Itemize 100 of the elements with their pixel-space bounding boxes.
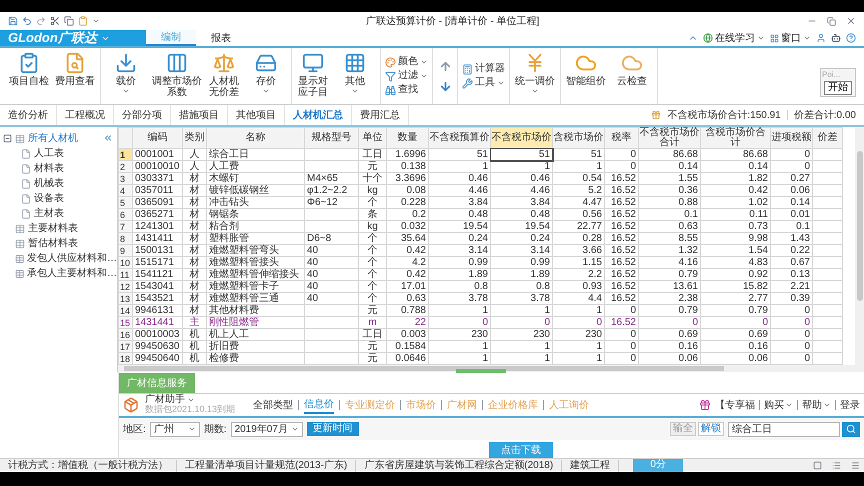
table-cell: 22 bbox=[386, 316, 428, 328]
ribbon-button[interactable]: 显示对应子目 bbox=[296, 52, 330, 98]
table-cell: 折旧费 bbox=[206, 340, 304, 352]
ribbon-button[interactable]: 工具 bbox=[462, 77, 505, 89]
caret-icon bbox=[803, 34, 811, 42]
table-cell: 0.003 bbox=[386, 328, 428, 340]
table-cell: 16.52 bbox=[604, 244, 638, 256]
table-cell: 0 bbox=[604, 328, 638, 340]
view-tab[interactable]: 工程概况 bbox=[57, 105, 114, 125]
tree-item[interactable]: 材料表 bbox=[0, 161, 117, 176]
table-cell: 0 bbox=[552, 316, 604, 328]
table-cell: 0357011 bbox=[132, 184, 182, 196]
view-tab[interactable]: 人材机汇总 bbox=[285, 105, 352, 125]
table-cell: 人工费 bbox=[206, 160, 304, 172]
ribbon-button[interactable]: 载价 bbox=[105, 52, 147, 95]
view-tab[interactable]: 措施项目 bbox=[171, 105, 228, 125]
copy-icon[interactable] bbox=[64, 16, 74, 26]
table-cell: 4.47 bbox=[552, 196, 604, 208]
tree-item[interactable]: 暂估材料表 bbox=[0, 236, 117, 251]
ribbon-button[interactable]: 费用查看 bbox=[54, 52, 96, 87]
table-cell: 1.54 bbox=[700, 244, 770, 256]
ribbon-button[interactable]: 过滤 bbox=[385, 70, 428, 82]
cut-icon[interactable] bbox=[50, 16, 60, 26]
ribbon-button[interactable]: 人材机无价差 bbox=[207, 52, 241, 98]
table-cell: 0 bbox=[604, 160, 638, 172]
collapse-icon[interactable] bbox=[103, 133, 113, 143]
table-cell: 1515171 bbox=[132, 256, 182, 268]
expiry-note: 数据包2021.10.13到期 bbox=[145, 406, 236, 414]
dropdown-field[interactable]: 2019年07月 bbox=[230, 422, 303, 436]
table-cell: 16.52 bbox=[604, 256, 638, 268]
vertical-scrollbar[interactable] bbox=[855, 127, 864, 365]
ribbon-button[interactable]: 智能组价 bbox=[565, 52, 607, 87]
horizontal-scrollbar[interactable] bbox=[118, 365, 864, 372]
clipboard-check-icon bbox=[18, 52, 40, 74]
save-icon[interactable] bbox=[8, 16, 18, 26]
table-cell: 0.48 bbox=[490, 208, 552, 220]
panel-link[interactable]: 登录 bbox=[840, 398, 860, 412]
search-field[interactable]: 综合工日 bbox=[728, 422, 840, 436]
dropdown-field[interactable]: 广州 bbox=[150, 422, 200, 436]
view-tab[interactable]: 其他项目 bbox=[228, 105, 285, 125]
ribbon-button[interactable]: 查找 bbox=[385, 84, 428, 96]
tree-item[interactable]: 发包人供应材料和… bbox=[0, 251, 117, 266]
assistant-menu[interactable]: 广材助手 bbox=[145, 395, 246, 405]
restore-icon[interactable] bbox=[827, 16, 836, 26]
toolbar-link[interactable]: 窗口 bbox=[770, 30, 811, 46]
table-cell: 0.14 bbox=[770, 196, 812, 208]
caret-icon bbox=[757, 34, 765, 42]
row-number: 5 bbox=[118, 196, 132, 208]
ribbon-button[interactable]: 颜色 bbox=[385, 56, 428, 68]
panel-link[interactable]: 购买 bbox=[764, 398, 793, 412]
paste-icon[interactable] bbox=[78, 16, 88, 26]
ribbon-button[interactable]: 统一调价 bbox=[514, 52, 556, 95]
view-tab[interactable]: 费用汇总 bbox=[352, 105, 409, 125]
ribbon-button[interactable]: 调整市场价系数 bbox=[151, 52, 203, 98]
row-number: 10 bbox=[118, 256, 132, 268]
update-button[interactable]: 更新时间 bbox=[306, 422, 359, 436]
tree-item[interactable]: 机械表 bbox=[0, 176, 117, 191]
splitter-handle[interactable] bbox=[456, 369, 506, 373]
ribbon-button[interactable]: 计算器 bbox=[462, 63, 505, 75]
table-cell: 0.46 bbox=[490, 172, 552, 184]
price-tab[interactable]: 全部类型 bbox=[253, 398, 294, 412]
robot-icon[interactable] bbox=[831, 33, 841, 43]
tree-item[interactable]: 人工表 bbox=[0, 146, 117, 161]
table-cell bbox=[304, 316, 358, 328]
list-view-icon[interactable] bbox=[832, 461, 841, 470]
row-number: 16 bbox=[118, 328, 132, 340]
start-button[interactable]: 开始 bbox=[824, 81, 852, 95]
page-view-icon[interactable] bbox=[813, 461, 822, 470]
toolbar-link[interactable]: 在线学习 bbox=[703, 30, 765, 46]
ribbon-button[interactable]: 其他 bbox=[334, 52, 376, 95]
price-tab[interactable]: 信息价 bbox=[304, 396, 334, 414]
caret-icon[interactable] bbox=[92, 17, 100, 25]
table-cell: 51 bbox=[552, 148, 604, 160]
menu-icon[interactable] bbox=[851, 461, 860, 470]
table-cell: 16.52 bbox=[604, 232, 638, 244]
search-button[interactable] bbox=[842, 422, 860, 436]
tree-item[interactable]: 承包人主要材料和… bbox=[0, 266, 117, 281]
user-icon[interactable] bbox=[816, 33, 826, 43]
row-number: 6 bbox=[118, 208, 132, 220]
help-icon[interactable] bbox=[846, 33, 856, 43]
close-icon[interactable] bbox=[846, 16, 856, 26]
ribbon-tab[interactable]: 报表 bbox=[196, 30, 246, 46]
tree-item[interactable]: 主要材料表 bbox=[0, 221, 117, 236]
option-button[interactable]: 解锁 bbox=[698, 422, 724, 436]
tree-item[interactable]: 所有人材机 bbox=[0, 131, 117, 146]
table-cell: 0.06 bbox=[770, 184, 812, 196]
ribbon-button[interactable]: 云检查 bbox=[611, 52, 653, 87]
panel-link[interactable]: 帮助 bbox=[802, 398, 831, 412]
tree-item[interactable]: 主材表 bbox=[0, 206, 117, 221]
view-tab[interactable]: 分部分项 bbox=[114, 105, 171, 125]
table-cell: 0.39 bbox=[770, 292, 812, 304]
tree-item[interactable]: 设备表 bbox=[0, 191, 117, 206]
view-tab[interactable]: 造价分析 bbox=[0, 105, 57, 125]
undo-icon[interactable] bbox=[22, 16, 32, 26]
caret-icon bbox=[531, 87, 539, 95]
redo-icon[interactable] bbox=[36, 16, 46, 26]
table-cell: 个 bbox=[358, 196, 386, 208]
ribbon-button[interactable]: 项目自检 bbox=[8, 52, 50, 87]
table-cell: 0.01 bbox=[770, 208, 812, 220]
ribbon-button[interactable]: 存价 bbox=[245, 52, 287, 95]
